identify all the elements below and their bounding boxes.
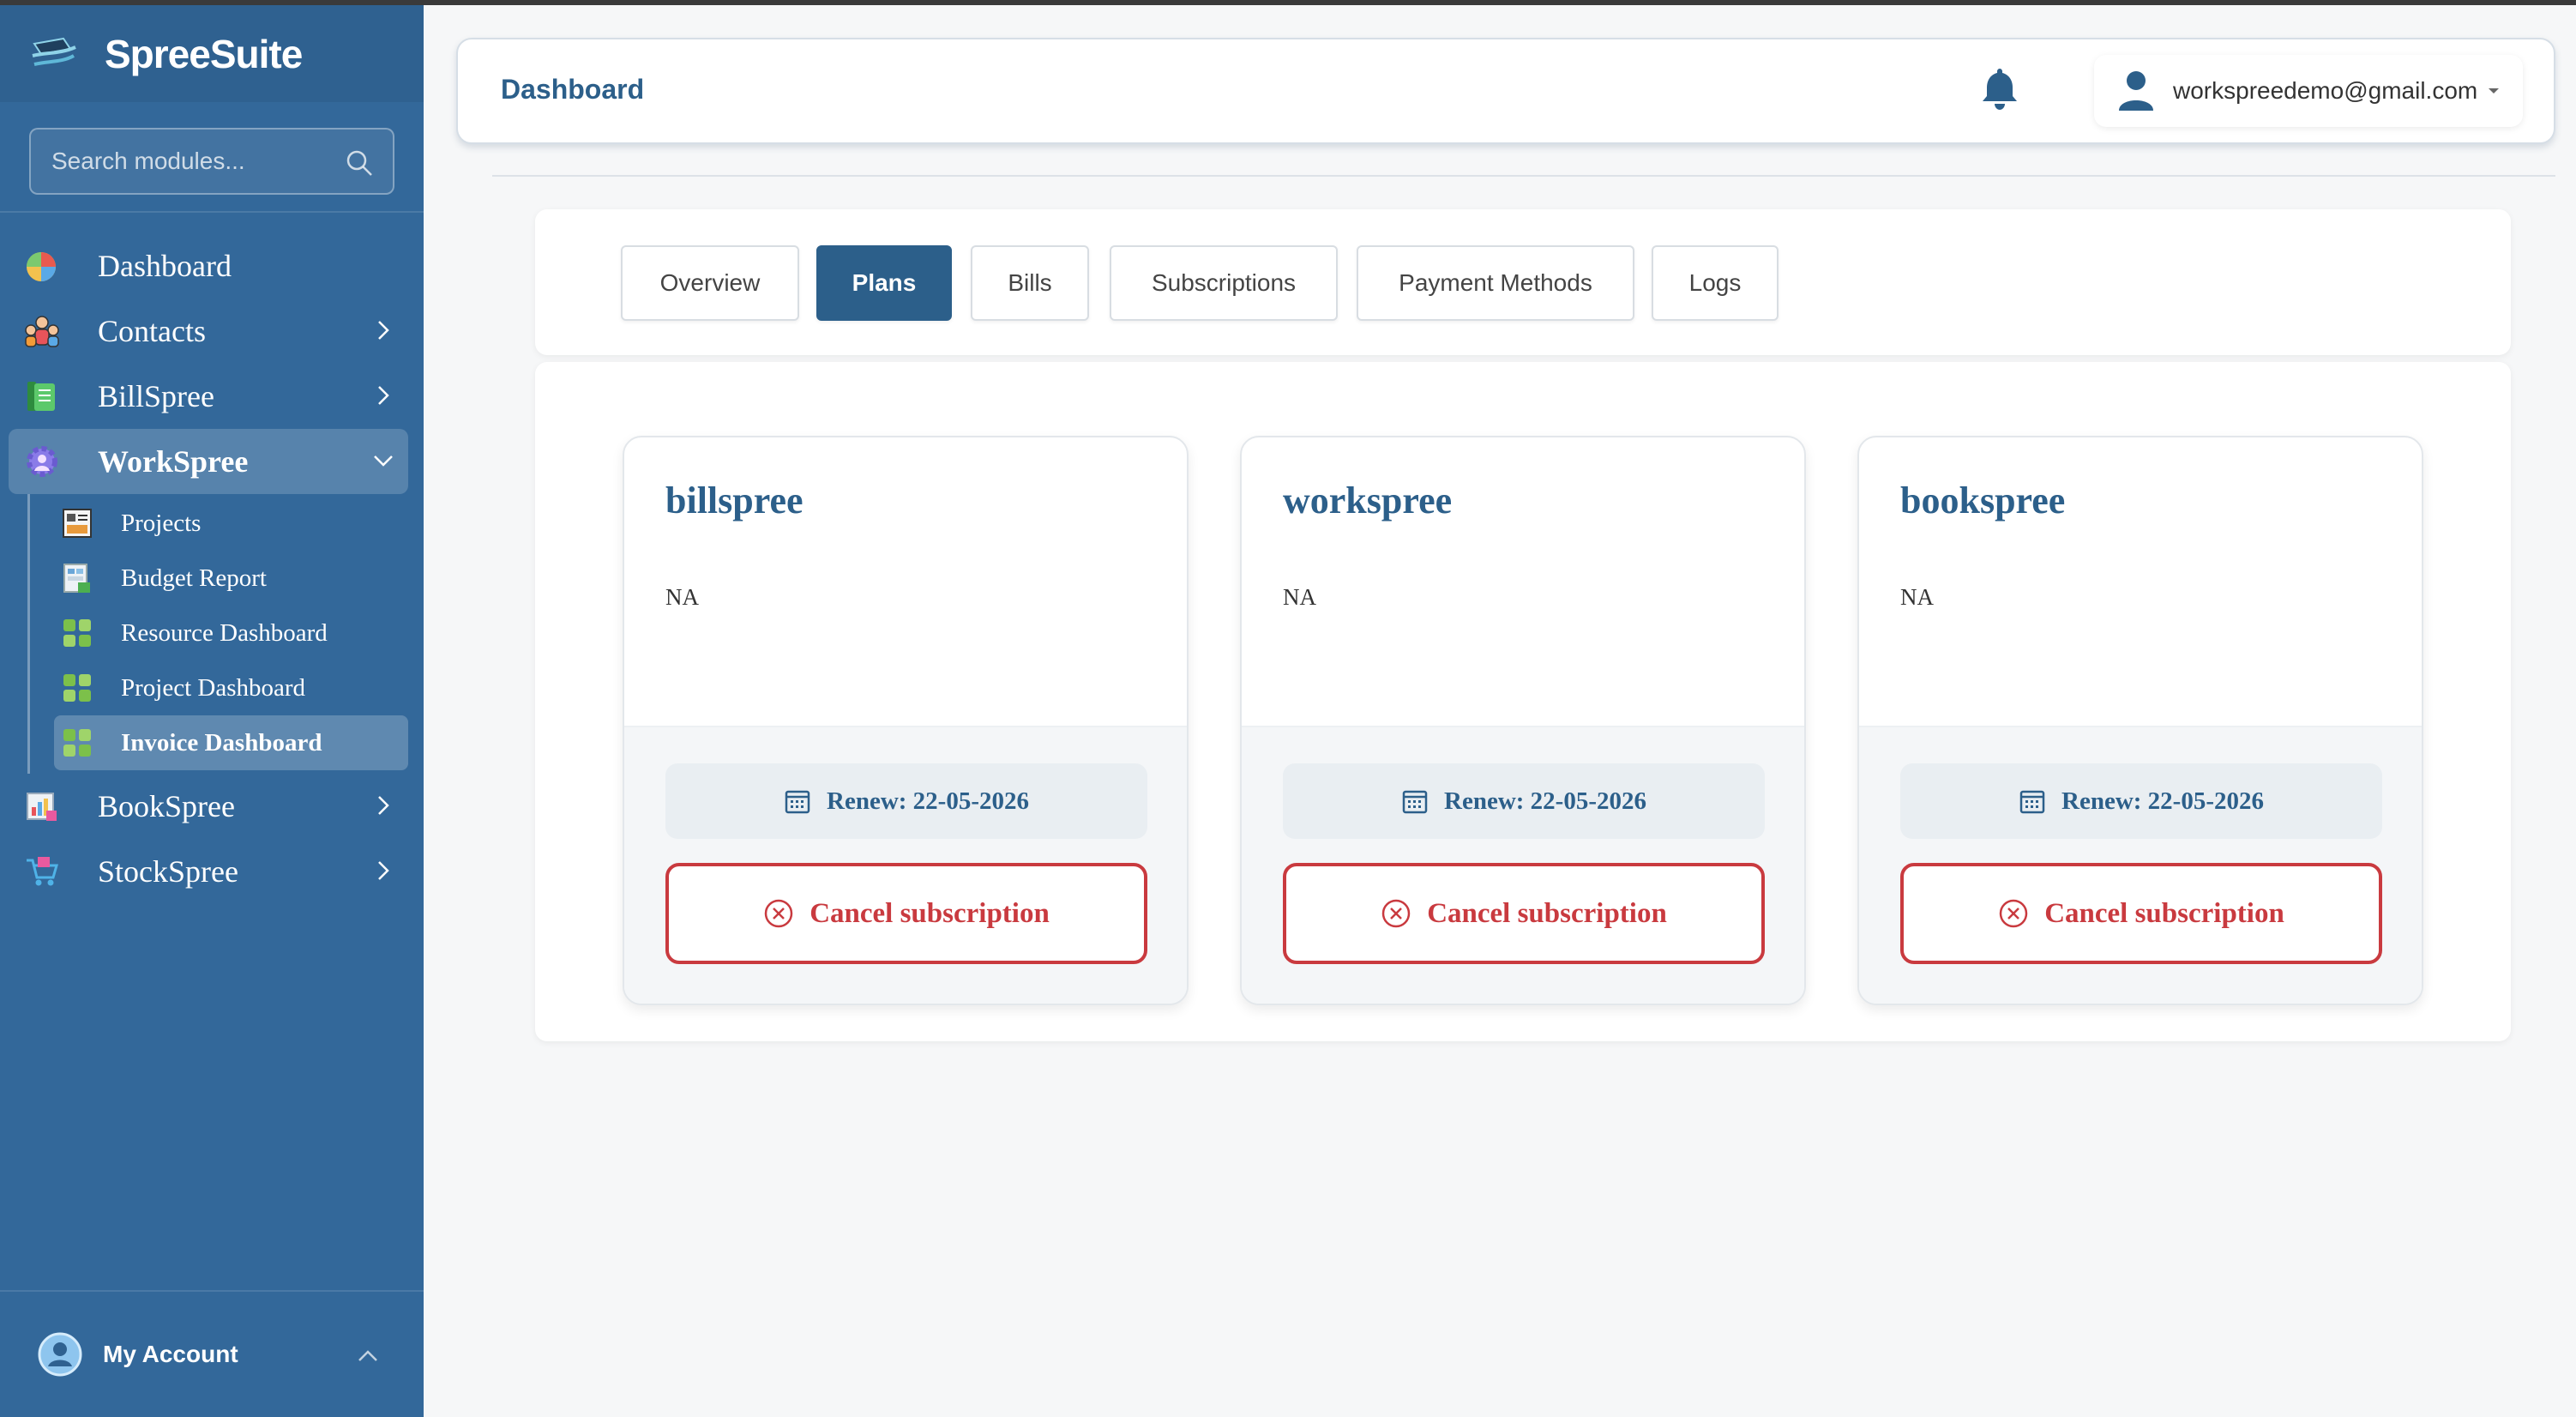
sidebar-item-dashboard[interactable]: Dashboard	[9, 233, 408, 298]
sidebar-item-label: StockSpree	[98, 854, 238, 889]
dashboard-tiles-icon	[63, 729, 91, 757]
tab-overview[interactable]: Overview	[621, 245, 799, 321]
user-icon	[2119, 71, 2153, 111]
sidebar-subitem-label: Project Dashboard	[121, 673, 306, 702]
cancel-circle-x-icon	[764, 899, 793, 928]
chevron-right-icon	[378, 321, 389, 340]
cancel-circle-x-icon	[1381, 899, 1411, 928]
bookspree-chart-icon	[27, 793, 57, 821]
renew-text: Renew: 22-05-2026	[827, 787, 1029, 815]
calendar-icon	[2019, 790, 2045, 814]
user-email: workspreedemo@gmail.com	[2173, 77, 2478, 104]
sidebar-subitem-label: Budget Report	[121, 564, 267, 592]
tab-payment-methods[interactable]: Payment Methods	[1357, 245, 1634, 321]
account-avatar-icon	[38, 1332, 82, 1377]
plan-card: workspree NA Renew: 22-05-2026 Cancel su…	[1240, 436, 1806, 1005]
sidebar-item-label: BookSpree	[98, 789, 235, 823]
chevron-down-icon	[374, 455, 393, 467]
sidebar-subitem-invoice-dashboard[interactable]: Invoice Dashboard	[54, 715, 408, 770]
dashboard-tiles-icon	[63, 619, 91, 647]
chevron-right-icon	[378, 386, 389, 405]
chevron-right-icon	[378, 796, 389, 815]
contacts-group-icon	[25, 316, 59, 347]
sidebar-subitem-projects[interactable]: Projects	[54, 496, 408, 551]
cancel-label: Cancel subscription	[2044, 897, 2284, 929]
sidebar: SpreeSuite Dashboard	[0, 5, 424, 1417]
workspree-submenu: Projects Budget Report Resource Dashboar…	[27, 494, 424, 774]
sidebar-item-label: BillSpree	[98, 379, 214, 413]
pie-chart-icon	[27, 252, 56, 281]
sidebar-item-contacts[interactable]: Contacts	[9, 298, 408, 364]
bill-document-icon	[27, 382, 55, 411]
plan-description: NA	[1283, 584, 1316, 610]
cancel-circle-x-icon	[1999, 899, 2028, 928]
spreesuite-logo-icon	[32, 37, 76, 66]
sidebar-subitem-budget-report[interactable]: Budget Report	[54, 551, 408, 606]
plan-name: billspree	[665, 479, 803, 522]
sidebar-item-label: Dashboard	[98, 249, 232, 283]
projects-icon	[63, 509, 92, 538]
sidebar-item-bookspree[interactable]: BookSpree	[9, 774, 408, 839]
renew-date: Renew: 22-05-2026	[665, 763, 1147, 839]
my-account-label: My Account	[103, 1341, 238, 1367]
caret-down-icon	[2489, 88, 2500, 93]
brand[interactable]: SpreeSuite	[0, 5, 424, 102]
header-divider	[492, 175, 2555, 177]
cancel-subscription-button[interactable]: Cancel subscription	[665, 863, 1147, 964]
module-search-input[interactable]	[31, 130, 393, 193]
plan-description: NA	[1900, 584, 1934, 610]
notification-bell-icon[interactable]	[1974, 63, 2025, 115]
brand-name: SpreeSuite	[105, 31, 303, 76]
cancel-label: Cancel subscription	[1427, 897, 1667, 929]
calendar-icon	[1402, 790, 1428, 814]
tab-plans[interactable]: Plans	[816, 245, 952, 321]
sidebar-item-label: WorkSpree	[98, 444, 249, 479]
sidebar-subitem-label: Invoice Dashboard	[121, 728, 322, 757]
cancel-subscription-button[interactable]: Cancel subscription	[1900, 863, 2382, 964]
sidebar-subitem-label: Resource Dashboard	[121, 618, 328, 647]
sidebar-nav: Dashboard Contacts BillSpree WorkSpree P…	[0, 233, 424, 904]
cancel-label: Cancel subscription	[810, 897, 1050, 929]
calendar-icon	[785, 790, 810, 814]
shopping-cart-icon	[27, 857, 58, 886]
renew-text: Renew: 22-05-2026	[2061, 787, 2264, 815]
sidebar-subitem-project-dashboard[interactable]: Project Dashboard	[54, 660, 408, 715]
plan-name: workspree	[1283, 479, 1453, 522]
search-icon[interactable]	[345, 148, 374, 178]
renew-date: Renew: 22-05-2026	[1900, 763, 2382, 839]
renew-text: Renew: 22-05-2026	[1444, 787, 1646, 815]
my-account-menu[interactable]: My Account	[0, 1290, 424, 1417]
tab-subscriptions[interactable]: Subscriptions	[1110, 245, 1338, 321]
tab-bills[interactable]: Bills	[971, 245, 1089, 321]
plans-panel: billspree NA Renew: 22-05-2026 Cancel su…	[535, 362, 2511, 1041]
plan-name: bookspree	[1900, 479, 2066, 522]
plan-description: NA	[665, 584, 699, 610]
renew-date: Renew: 22-05-2026	[1283, 763, 1765, 839]
sidebar-subitem-resource-dashboard[interactable]: Resource Dashboard	[54, 606, 408, 660]
workspree-gear-icon	[27, 446, 57, 477]
tabs-panel: Overview Plans Bills Subscriptions Payme…	[535, 209, 2511, 355]
plan-card: billspree NA Renew: 22-05-2026 Cancel su…	[623, 436, 1189, 1005]
dashboard-tiles-icon	[63, 674, 91, 702]
sidebar-item-stockspree[interactable]: StockSpree	[9, 839, 408, 904]
sidebar-subitem-label: Projects	[121, 509, 202, 537]
top-header: Dashboard workspreedemo@gmail.com	[456, 38, 2555, 144]
sidebar-item-billspree[interactable]: BillSpree	[9, 364, 408, 429]
sidebar-item-workspree[interactable]: WorkSpree	[9, 429, 408, 494]
page-title: Dashboard	[501, 74, 645, 105]
module-search	[29, 128, 394, 195]
tab-logs[interactable]: Logs	[1652, 245, 1779, 321]
chevron-up-icon	[358, 1350, 377, 1361]
chevron-right-icon	[378, 861, 389, 880]
plan-card: bookspree NA Renew: 22-05-2026 Cancel su…	[1857, 436, 2423, 1005]
cancel-subscription-button[interactable]: Cancel subscription	[1283, 863, 1765, 964]
user-menu[interactable]: workspreedemo@gmail.com	[2094, 55, 2523, 127]
budget-report-icon	[63, 564, 90, 593]
sidebar-divider	[0, 211, 424, 213]
sidebar-item-label: Contacts	[98, 314, 206, 348]
